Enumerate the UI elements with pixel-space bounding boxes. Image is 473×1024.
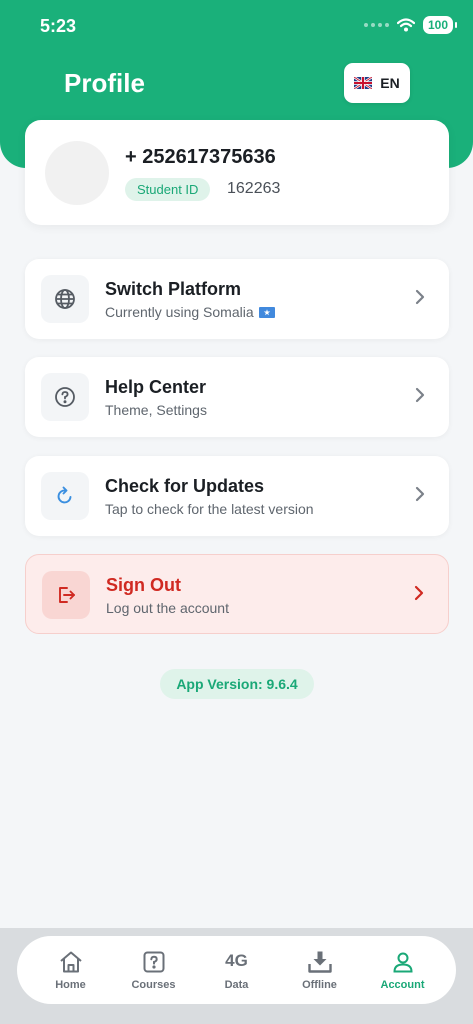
student-id-value: 162263	[227, 180, 281, 197]
student-id-badge: Student ID	[125, 178, 211, 201]
tab-offline[interactable]: Offline	[285, 950, 355, 991]
menu-title: Check for Updates	[105, 476, 265, 496]
tab-label: Data	[224, 978, 249, 991]
tab-home[interactable]: Home	[36, 950, 106, 991]
logout-icon	[42, 571, 90, 619]
home-icon	[59, 951, 82, 972]
chevron-right-icon	[415, 289, 425, 305]
avatar[interactable]	[45, 141, 109, 205]
menu-subtitle: Currently using Somalia	[105, 304, 275, 320]
phone-number: + 252617375636	[125, 146, 276, 168]
menu-title: Sign Out	[106, 575, 181, 595]
tab-label: Courses	[131, 978, 176, 991]
menu-subtitle: Theme, Settings	[105, 402, 207, 418]
user-icon	[392, 952, 413, 972]
globe-icon	[41, 275, 89, 323]
menu-subtitle: Tap to check for the latest version	[105, 501, 314, 517]
battery-icon: 100	[422, 16, 458, 34]
menu-subtitle: Log out the account	[106, 600, 229, 616]
help-center-item[interactable]: Help Center Theme, Settings	[25, 357, 449, 437]
page-title: Profile	[64, 68, 145, 98]
refresh-icon	[41, 472, 89, 520]
tab-account[interactable]: Account	[368, 950, 438, 991]
switch-platform-item[interactable]: Switch Platform Currently using Somalia	[25, 259, 449, 339]
chevron-right-icon	[415, 387, 425, 403]
chevron-right-icon	[415, 486, 425, 502]
question-circle-icon	[41, 373, 89, 421]
tab-bar-area: Home Courses 4G Data Offline Account	[0, 928, 473, 1024]
wifi-icon	[396, 18, 415, 32]
sign-out-item[interactable]: Sign Out Log out the account	[25, 554, 449, 634]
status-time: 5:23	[40, 16, 77, 36]
uk-flag-icon	[354, 77, 373, 89]
tab-label: Home	[55, 978, 86, 991]
menu-subtitle-text: Currently using Somalia	[105, 304, 254, 320]
4g-icon: 4G	[225, 950, 248, 970]
status-bar: 5:23 100	[0, 0, 473, 54]
menu-title: Switch Platform	[105, 279, 242, 299]
download-icon	[307, 951, 332, 973]
profile-card: + 252617375636 Student ID 162263	[25, 120, 449, 225]
tab-label: Offline	[302, 978, 337, 991]
chevron-right-icon	[414, 585, 424, 601]
question-box-icon	[143, 951, 164, 972]
menu-title: Help Center	[105, 377, 207, 397]
tab-bar: Home Courses 4G Data Offline Account	[17, 936, 456, 1004]
app-version-badge: App Version: 9.6.4	[160, 669, 314, 699]
tab-data[interactable]: 4G Data	[202, 950, 272, 991]
check-updates-item[interactable]: Check for Updates Tap to check for the l…	[25, 456, 449, 536]
tab-label: Account	[380, 978, 425, 991]
signal-icon	[363, 23, 389, 27]
tab-courses[interactable]: Courses	[119, 950, 189, 991]
language-code: EN	[380, 75, 400, 91]
somalia-flag-icon	[258, 306, 275, 318]
status-icons: 100	[363, 16, 458, 34]
language-button[interactable]: EN	[344, 63, 410, 103]
